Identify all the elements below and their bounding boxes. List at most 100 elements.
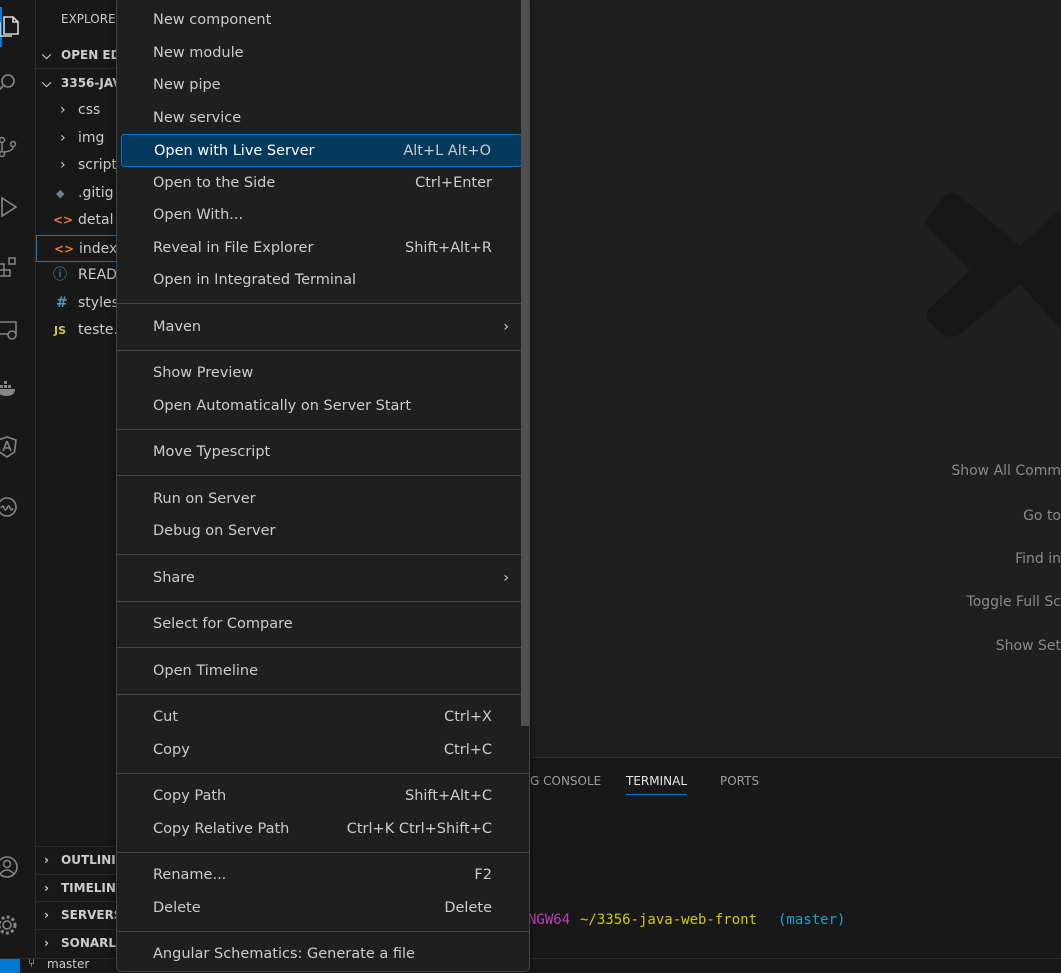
- menu-item-label: New pipe: [153, 77, 221, 93]
- vscode-watermark-icon: [926, 193, 1061, 337]
- editor-hint: Toggle Full Sc: [966, 594, 1061, 610]
- menu-item-label: New component: [153, 12, 272, 28]
- chevron-right-icon: ›: [44, 853, 49, 867]
- file-name: .gitig: [78, 184, 114, 201]
- file-name: styles: [78, 294, 119, 311]
- tab-ports[interactable]: PORTS: [720, 774, 759, 788]
- account-icon[interactable]: [0, 847, 36, 887]
- menu-item-open-to-the-side[interactable]: Open to the Side Ctrl+Enter: [121, 167, 522, 200]
- menu-item-maven[interactable]: Maven ›: [121, 311, 522, 344]
- menu-item-shortcut: Ctrl+K Ctrl+Shift+C: [346, 820, 492, 837]
- bottom-panel: G CONSOLE TERMINAL PORTS NGW64 ~/3356-ja…: [528, 757, 1061, 958]
- menu-item-label: Rename...: [153, 867, 227, 883]
- menu-item-shortcut: Shift+Alt+C: [404, 788, 492, 804]
- menu-item-open-automatically-on-server-start[interactable]: Open Automatically on Server Start: [121, 390, 522, 423]
- angular-icon[interactable]: [0, 427, 36, 467]
- file-name: css: [78, 102, 101, 118]
- git-file-icon: ◆: [56, 186, 65, 200]
- menu-separator: [117, 475, 529, 476]
- context-menu: New component New module New pipe New servi…: [116, 0, 530, 972]
- menu-item-shortcut: Alt+L Alt+O: [403, 143, 491, 159]
- menu-item-label: Open With...: [153, 207, 244, 223]
- file-name: img: [78, 129, 105, 146]
- menu-item-label: Copy: [153, 741, 190, 758]
- menu-item-label: Open Automatically on Server Start: [153, 397, 412, 414]
- menu-item-label: Select for Compare: [153, 616, 293, 632]
- menu-item-open-with-live-server[interactable]: Open with Live Server Alt+L Alt+O: [121, 134, 522, 167]
- menu-item-select-for-compare[interactable]: Select for Compare: [121, 608, 522, 641]
- settings-gear-icon[interactable]: [0, 905, 36, 945]
- chevron-right-icon: ›: [503, 569, 509, 586]
- chevron-right-icon: ›: [60, 157, 66, 173]
- info-file-icon: ⓘ: [53, 267, 67, 283]
- menu-item-new-component[interactable]: New component: [121, 4, 522, 37]
- menu-item-shortcut: Shift+Alt+R: [405, 239, 492, 256]
- remote-indicator[interactable]: [0, 959, 20, 973]
- menu-item-shortcut: Ctrl+Enter: [415, 174, 492, 191]
- menu-item-copy[interactable]: Copy Ctrl+C: [121, 734, 522, 767]
- menu-item-angular-schematics-generate-a-file[interactable]: Angular Schematics: Generate a file: [121, 938, 522, 971]
- menu-item-open-with[interactable]: Open With...: [121, 199, 522, 232]
- terminal-host: NGW64: [528, 912, 571, 928]
- run-debug-icon[interactable]: [0, 187, 36, 227]
- js-file-icon: JS: [54, 324, 67, 337]
- chevron-right-icon: ›: [44, 880, 49, 895]
- menu-item-cut[interactable]: Cut Ctrl+X: [121, 701, 522, 734]
- explorer-title: EXPLORER: [61, 12, 124, 26]
- menu-item-label: Open to the Side: [153, 174, 276, 191]
- menu-scrollbar[interactable]: [521, 0, 529, 726]
- menu-item-shortcut: Ctrl+X: [444, 709, 492, 725]
- tab-debug-console[interactable]: G CONSOLE: [530, 774, 601, 788]
- menu-item-run-on-server[interactable]: Run on Server: [121, 483, 522, 516]
- menu-item-new-module[interactable]: New module: [121, 37, 522, 70]
- remote-explorer-icon[interactable]: [0, 309, 36, 349]
- menu-item-debug-on-server[interactable]: Debug on Server: [121, 515, 522, 548]
- menu-item-open-in-integrated-terminal[interactable]: Open in Integrated Terminal: [121, 264, 522, 297]
- status-branch[interactable]: master: [47, 957, 89, 971]
- live-share-icon[interactable]: [0, 487, 36, 527]
- menu-item-share[interactable]: Share ›: [121, 562, 522, 595]
- menu-separator: [117, 303, 529, 304]
- menu-item-label: Share: [153, 569, 195, 586]
- menu-item-new-service[interactable]: New service: [121, 102, 522, 135]
- chevron-right-icon: ›: [44, 935, 49, 950]
- editor-area: Show All Comm Go to Find in Toggle Full Sc S…: [530, 0, 1061, 757]
- menu-item-label: Run on Server: [153, 490, 256, 507]
- chevron-right-icon: ›: [503, 318, 509, 335]
- branch-icon: ⑂: [28, 956, 36, 970]
- extensions-icon[interactable]: [0, 247, 36, 287]
- menu-item-delete[interactable]: Delete Delete: [121, 892, 522, 925]
- menu-separator: [117, 772, 529, 774]
- menu-item-open-timeline[interactable]: Open Timeline: [121, 655, 522, 688]
- menu-separator: [117, 930, 529, 932]
- menu-item-move-typescript[interactable]: Move Typescript: [121, 436, 522, 469]
- editor-hint: Show All Comm: [951, 463, 1061, 479]
- files-icon[interactable]: [0, 7, 36, 47]
- chevron-right-icon: ›: [60, 129, 66, 146]
- docker-icon[interactable]: [0, 369, 36, 409]
- menu-item-label: Cut: [153, 709, 178, 725]
- menu-separator: [117, 647, 529, 648]
- terminal-path: ~/3356-java-web-front: [580, 912, 758, 928]
- menu-item-show-preview[interactable]: Show Preview: [121, 357, 522, 390]
- menu-item-copy-path[interactable]: Copy Path Shift+Alt+C: [121, 780, 522, 813]
- menu-item-shortcut: Ctrl+C: [443, 741, 492, 758]
- menu-separator: [117, 554, 529, 555]
- menu-item-new-pipe[interactable]: New pipe: [121, 69, 522, 102]
- file-name: READ: [78, 267, 117, 283]
- menu-item-rename[interactable]: Rename... F2: [121, 859, 522, 892]
- menu-item-label: Open Timeline: [153, 662, 258, 679]
- search-icon[interactable]: [0, 63, 36, 103]
- editor-hint: Go to: [1023, 508, 1061, 524]
- source-control-icon[interactable]: [0, 127, 36, 167]
- menu-item-reveal-in-file-explorer[interactable]: Reveal in File Explorer Shift+Alt+R: [121, 232, 522, 265]
- menu-item-label: Copy Relative Path: [153, 820, 290, 837]
- tab-terminal[interactable]: TERMINAL: [626, 774, 688, 795]
- terminal-branch: (master): [778, 912, 846, 928]
- menu-item-shortcut: Delete: [444, 899, 492, 916]
- menu-item-copy-relative-path[interactable]: Copy Relative Path Ctrl+K Ctrl+Shift+C: [121, 813, 522, 846]
- menu-item-label: Move Typescript: [153, 444, 271, 460]
- menu-item-label: Copy Path: [153, 788, 227, 804]
- menu-separator: [117, 693, 529, 695]
- menu-separator: [117, 428, 529, 430]
